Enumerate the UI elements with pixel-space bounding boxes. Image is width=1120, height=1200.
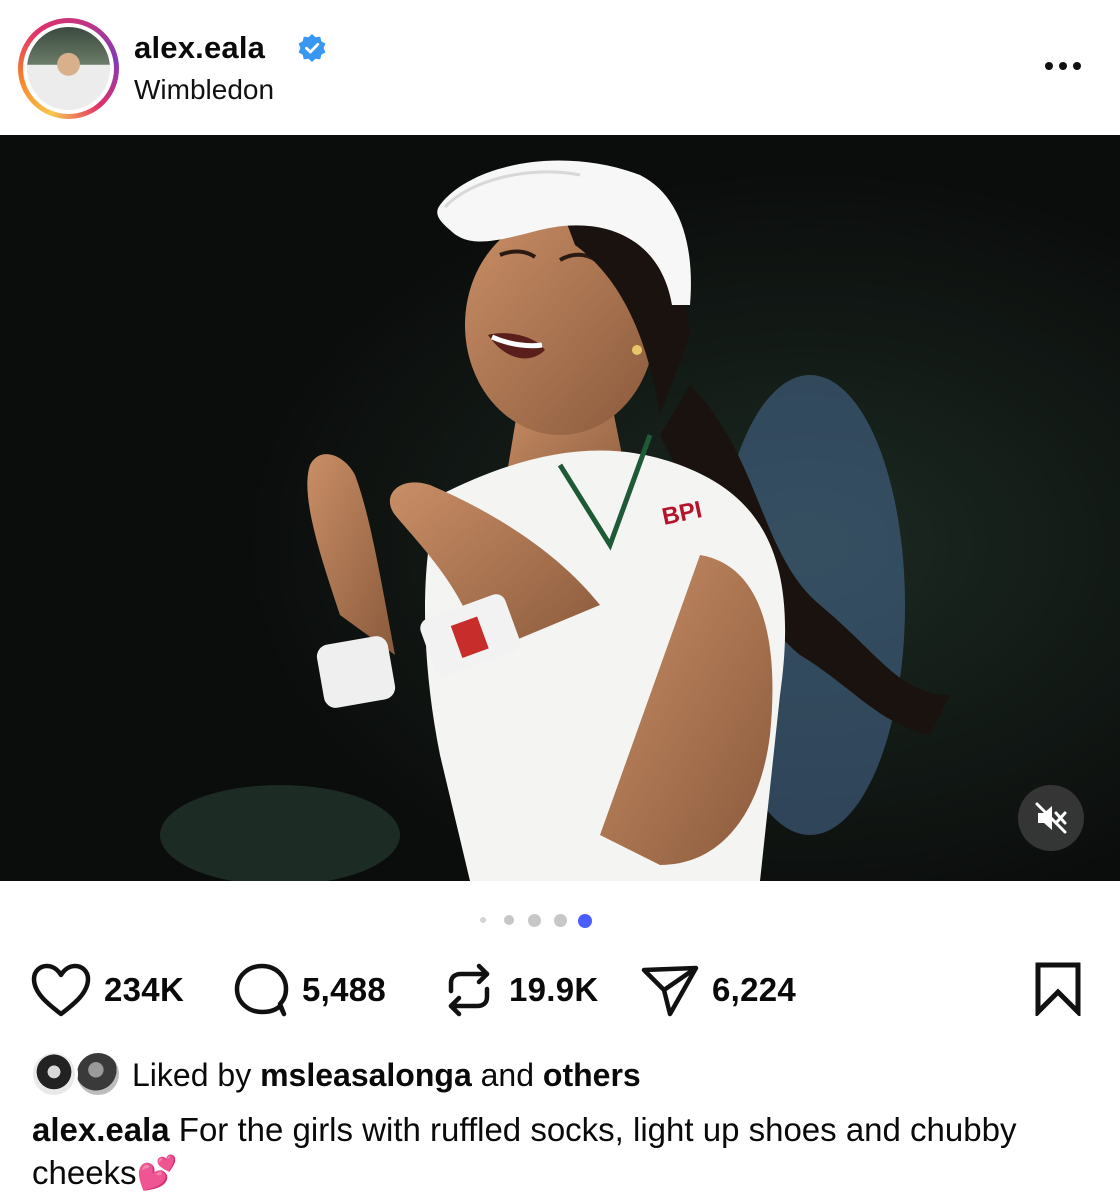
- repost-button[interactable]: 19.9K: [441, 958, 599, 1022]
- share-icon: [641, 965, 699, 1017]
- post-header: alex.eala Wimbledon: [0, 0, 1120, 135]
- like-count: 234K: [104, 971, 185, 1008]
- others-link[interactable]: others: [543, 1057, 641, 1093]
- caption-username[interactable]: alex.eala: [32, 1111, 170, 1148]
- post-caption: alex.eala For the girls with ruffled soc…: [32, 1108, 1072, 1194]
- liked-by-row[interactable]: Liked by msleasalonga and others: [30, 1050, 1090, 1102]
- heart-icon: [31, 963, 91, 1017]
- like-button[interactable]: 234K: [30, 958, 184, 1022]
- bookmark-icon: [1035, 962, 1081, 1019]
- post-media[interactable]: BPI: [0, 135, 1120, 881]
- repost-icon: [448, 963, 490, 1017]
- profile-avatar[interactable]: [18, 18, 119, 119]
- post-location[interactable]: Wimbledon: [134, 74, 274, 106]
- carousel-dot: [504, 915, 514, 925]
- repost-count: 19.9K: [509, 971, 599, 1008]
- save-button[interactable]: [1033, 962, 1083, 1021]
- more-options-icon[interactable]: [1040, 54, 1086, 78]
- post-username[interactable]: alex.eala: [134, 30, 265, 66]
- carousel-dot: [554, 914, 567, 927]
- verified-badge-icon: [298, 34, 326, 62]
- liker-avatar: [74, 1050, 122, 1098]
- mute-icon[interactable]: [1018, 785, 1084, 851]
- caption-text: For the girls with ruffled socks, light …: [32, 1111, 1017, 1191]
- avatar-image: [27, 27, 110, 110]
- post-photo: BPI: [0, 135, 1120, 881]
- comment-count: 5,488: [302, 971, 387, 1008]
- carousel-indicator: [0, 909, 1120, 931]
- liker-avatar: [30, 1050, 78, 1098]
- comment-icon: [234, 963, 289, 1017]
- carousel-dot: [480, 917, 486, 923]
- carousel-dot: [528, 914, 541, 927]
- comment-button[interactable]: 5,488: [232, 958, 386, 1022]
- carousel-dot-active: [578, 914, 592, 928]
- liked-by-text: Liked by msleasalonga and others: [132, 1057, 641, 1093]
- share-count: 6,224: [712, 971, 797, 1008]
- liker-username[interactable]: msleasalonga: [260, 1057, 472, 1093]
- share-button[interactable]: 6,224: [640, 958, 796, 1022]
